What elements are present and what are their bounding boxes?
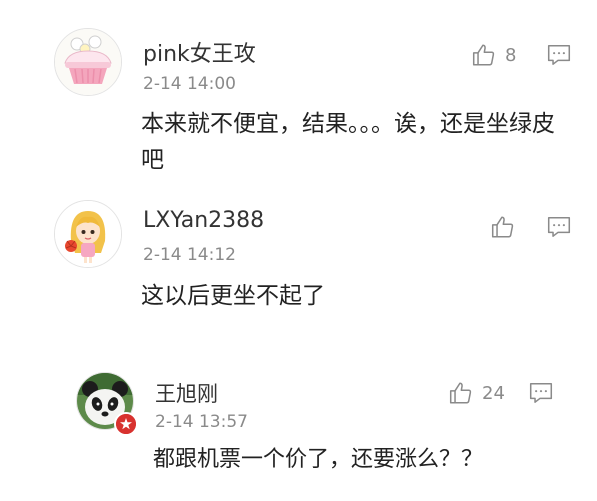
thumbs-up-icon [449,382,472,404]
user-avatar[interactable] [54,200,122,268]
comment-time: 2-14 14:00 [143,74,236,94]
comment-time: 2-14 13:57 [155,412,248,432]
like-count: 8 [505,44,517,66]
like-count: 24 [482,382,505,404]
comment-reply-icon [529,383,553,403]
username[interactable]: pink女王攻 [143,36,256,68]
comment-item: LXYan2388 2-14 14:12 这以后更坐不起了 [0,190,597,350]
thumbs-up-icon [491,216,514,238]
comment-text: 这以后更坐不起了 [141,283,325,309]
thumbs-up-icon [472,44,495,66]
like-button[interactable]: 8 [471,40,516,70]
username[interactable]: LXYan2388 [143,208,264,233]
verified-badge-icon [116,414,136,434]
comment-text: 本来就不便宜，结果。。。诶，还是坐绿皮吧 [141,111,555,173]
like-button[interactable] [490,212,524,242]
comment-reply-icon [547,45,571,65]
reply-button[interactable] [546,42,572,68]
comment-item: pink女王攻 2-14 14:00 本来就不便宜，结果。。。诶，还是坐绿皮吧 … [0,0,597,190]
cartoon-girl-avatar-icon [55,201,121,267]
username[interactable]: 王旭刚 [155,378,218,408]
reply-button[interactable] [528,380,554,406]
user-avatar[interactable] [54,28,122,96]
comment-time: 2-14 14:12 [143,245,236,265]
comment-text: 都跟机票一个价了，还要涨么？？ [153,447,484,472]
comment-item: 王旭刚 2-14 13:57 都跟机票一个价了，还要涨么？？ 24 [0,350,597,501]
cupcake-avatar-icon [55,29,121,95]
verified-badge [114,412,138,436]
reply-button[interactable] [546,214,572,240]
comment-reply-icon [547,217,571,237]
like-button[interactable]: 24 [448,378,505,408]
